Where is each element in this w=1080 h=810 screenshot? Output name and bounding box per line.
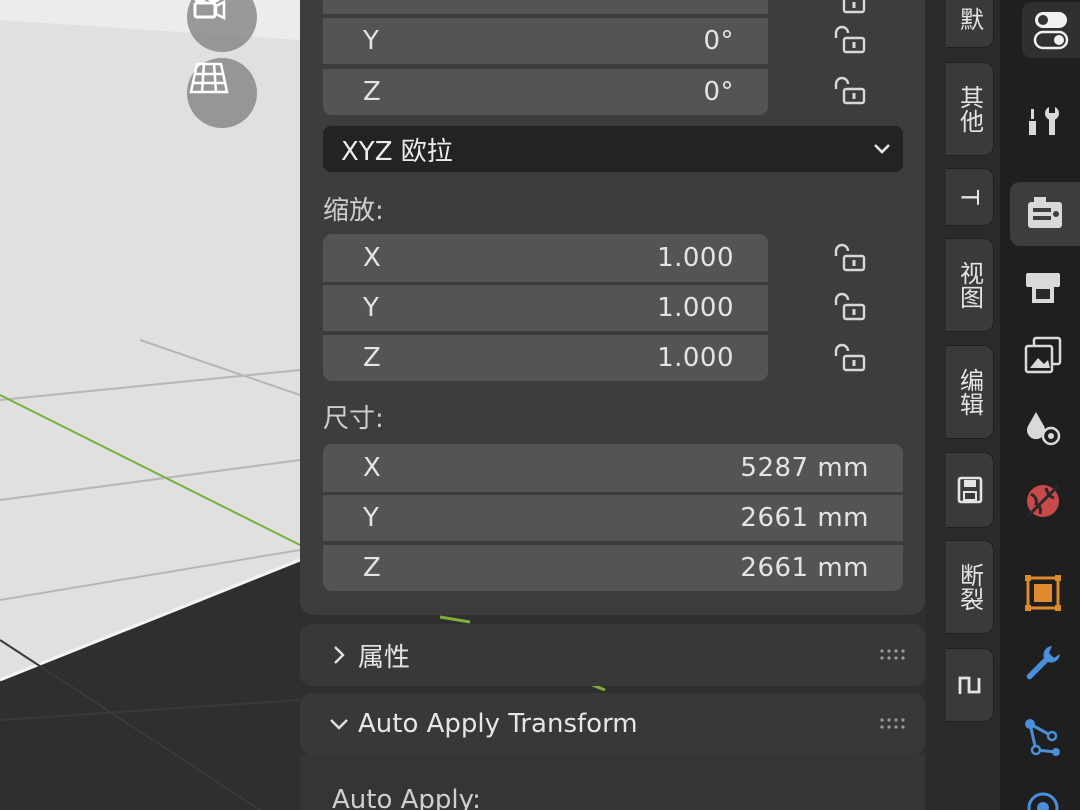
lock-icon[interactable]: [830, 242, 868, 274]
world-icon: [1026, 484, 1060, 518]
field-value: 0°: [703, 26, 734, 56]
object-icon: [1025, 575, 1061, 611]
drag-handle-icon[interactable]: [879, 648, 907, 662]
transform-panel: X0° Y 0° Z 0° XYZ 欧拉 缩放: X 1.000 Y 1.000…: [300, 0, 925, 615]
rotation-mode-dropdown[interactable]: XYZ 欧拉: [323, 126, 903, 172]
auto-apply-panel-body: Auto Apply:: [300, 755, 925, 810]
tab-object[interactable]: [1018, 568, 1068, 618]
dimensions-y-field[interactable]: Y 2661 mm: [323, 493, 903, 541]
chevron-right-icon: [334, 646, 345, 664]
auto-apply-label: Auto Apply:: [332, 785, 481, 810]
tab-scene[interactable]: [1018, 404, 1068, 454]
tab-other[interactable]: 其他: [946, 62, 994, 156]
rotation-z-field[interactable]: Z 0°: [323, 67, 768, 115]
lock-icon[interactable]: [830, 24, 868, 56]
tab-modifiers[interactable]: [1018, 638, 1068, 688]
camera-icon: [193, 0, 226, 21]
field-value: 2661 mm: [740, 503, 869, 533]
field-value: 0°: [703, 77, 734, 107]
rotation-x-field[interactable]: X0°: [323, 0, 768, 14]
scale-y-field[interactable]: Y 1.000: [323, 283, 768, 331]
tab-break[interactable]: 断裂: [946, 540, 994, 634]
scale-label: 缩放:: [323, 196, 384, 226]
tab-particles[interactable]: [1018, 712, 1068, 762]
rotation-mode-value: XYZ 欧拉: [341, 136, 453, 167]
field-value: 1.000: [657, 293, 734, 323]
tab-edit[interactable]: 编辑: [946, 345, 994, 439]
toggle-icon: [1033, 12, 1069, 50]
physics-icon: [1027, 792, 1059, 810]
scene-icon: [1027, 412, 1061, 446]
grid-icon: [189, 62, 229, 94]
scale-x-field[interactable]: X 1.000: [323, 234, 768, 282]
axis-label: Y: [363, 293, 379, 323]
tab-default[interactable]: 默: [946, 0, 994, 48]
chevron-down-icon: [874, 144, 890, 154]
field-value: 2661 mm: [740, 553, 869, 583]
lock-icon[interactable]: [830, 291, 868, 323]
tab-world[interactable]: [1018, 476, 1068, 526]
sidebar-tabs: 默 其他 T 视图 编辑 断裂: [926, 0, 1000, 810]
field-value: 1.000: [657, 243, 734, 273]
axis-label: X: [363, 243, 381, 273]
properties-toggle[interactable]: [1022, 2, 1080, 58]
addon-icon: [958, 676, 980, 694]
properties-panel-header[interactable]: 属性: [300, 624, 925, 686]
render-icon: [1028, 197, 1062, 228]
chevron-down-icon: [330, 719, 348, 730]
axis-label: Y: [363, 26, 379, 56]
axis-label: Z: [363, 343, 381, 373]
dimensions-z-field[interactable]: Z 2661 mm: [323, 543, 903, 591]
rotation-y-field[interactable]: Y 0°: [323, 16, 768, 64]
auto-apply-panel-header[interactable]: Auto Apply Transform: [300, 693, 925, 755]
tab-view-layer[interactable]: [1018, 330, 1068, 380]
tool-icon: [1029, 107, 1059, 135]
output-icon: [1026, 273, 1060, 303]
tab-t[interactable]: T: [946, 168, 994, 226]
lock-icon[interactable]: [830, 0, 868, 16]
axis-label: Z: [363, 553, 381, 583]
dimensions-x-field[interactable]: X 5287 mm: [323, 444, 903, 492]
tab-view[interactable]: 视图: [946, 238, 994, 332]
field-value: 5287 mm: [740, 453, 869, 483]
blender-screen: X0° Y 0° Z 0° XYZ 欧拉 缩放: X 1.000 Y 1.000…: [0, 0, 1080, 810]
tab-render[interactable]: [1010, 182, 1080, 246]
tab-tool[interactable]: [1018, 95, 1068, 145]
drag-handle-icon[interactable]: [879, 717, 907, 731]
field-value: 1.000: [657, 343, 734, 373]
tab-physics[interactable]: [1018, 780, 1068, 810]
floppy-icon: [957, 476, 982, 504]
toggle-projection-button[interactable]: [187, 58, 257, 128]
panel-title: Auto Apply Transform: [358, 709, 638, 739]
modifier-icon: [1026, 646, 1060, 680]
tab-output[interactable]: [1018, 262, 1068, 312]
view-layer-icon: [1024, 336, 1062, 374]
panel-title: 属性: [358, 642, 411, 673]
lock-icon[interactable]: [830, 75, 868, 107]
properties-tabs: [1000, 0, 1080, 810]
lock-icon[interactable]: [830, 342, 868, 374]
particles-icon: [1025, 719, 1060, 756]
axis-label: Z: [363, 77, 381, 107]
tab-storage[interactable]: [946, 452, 994, 528]
tab-addon[interactable]: [946, 648, 994, 722]
scale-z-field[interactable]: Z 1.000: [323, 333, 768, 381]
dimensions-label: 尺寸:: [323, 404, 384, 434]
axis-label: X: [363, 453, 381, 483]
axis-label: Y: [363, 503, 379, 533]
